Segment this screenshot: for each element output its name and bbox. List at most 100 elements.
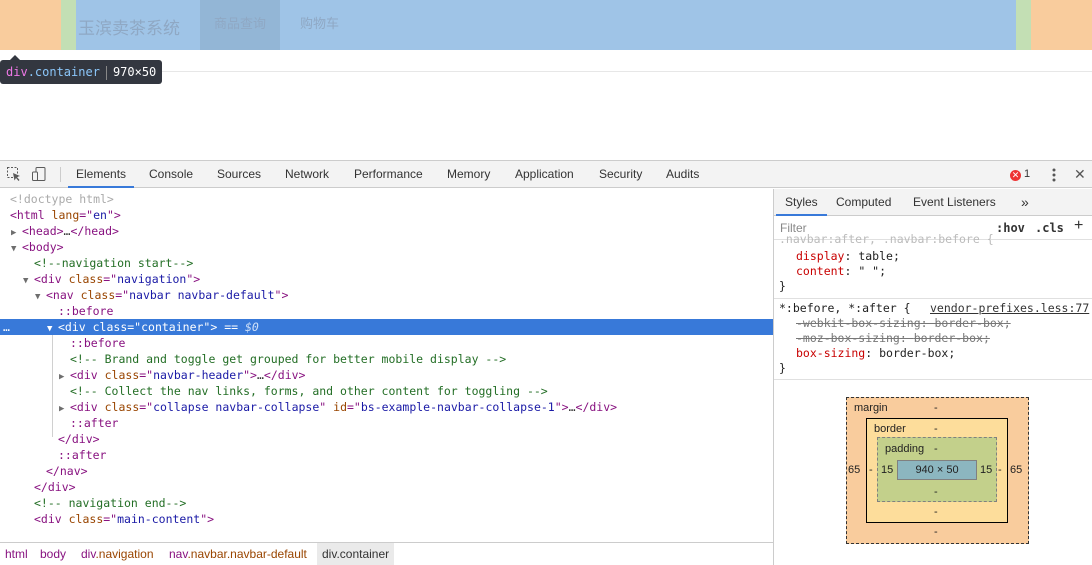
class-toggle[interactable]: .cls: [1035, 221, 1064, 235]
tree-line-navbar-header[interactable]: ▶ <div class="navbar-header">…</div>: [0, 367, 773, 383]
doctype-text: <!doctype html>: [10, 192, 114, 206]
tree-line-head[interactable]: ▶ <head>…</head>: [0, 223, 773, 239]
prop-value: table: [858, 249, 893, 263]
rule-source-link[interactable]: vendor-prefixes.less:77: [930, 301, 1089, 315]
padding-top-value[interactable]: -: [934, 443, 938, 455]
hover-state-toggle[interactable]: :hov: [996, 221, 1025, 235]
tree-line-main-content[interactable]: <div class="main-content">: [0, 511, 773, 527]
attr-lang: lang: [51, 208, 80, 222]
tab-memory[interactable]: Memory: [439, 161, 498, 188]
tree-line-div-navigation[interactable]: ▼ <div class="navigation">: [0, 271, 773, 287]
attr-class-value: container: [141, 320, 204, 334]
margin-bottom-value[interactable]: -: [934, 526, 938, 538]
tree-line-comment-nav-end[interactable]: <!-- navigation end-->: [0, 495, 773, 511]
tree-line-selected-container[interactable]: … ▼ <div class="container"> == $0: [0, 319, 773, 335]
tree-line-nav[interactable]: ▼ <nav class="navbar navbar-default">: [0, 287, 773, 303]
tree-line-close-div[interactable]: </div>: [0, 431, 773, 447]
devtools-panel: Elements Console Sources Network Perform…: [0, 160, 1092, 565]
tree-line-close-div-navigation[interactable]: </div>: [0, 479, 773, 495]
tree-line-collapse[interactable]: ▶ <div class="collapse navbar-collapse" i…: [0, 399, 773, 415]
style-declaration[interactable]: box-sizing: border-box;: [779, 346, 955, 361]
brand-link[interactable]: 玉滨卖茶系统: [78, 14, 180, 39]
tree-line-before-inner[interactable]: ::before: [0, 335, 773, 351]
tab-event-listeners[interactable]: Event Listeners: [904, 189, 1005, 216]
attr-eq: =": [103, 272, 118, 286]
prop-name: display: [796, 249, 845, 263]
more-tabs-chevron-icon[interactable]: »: [1012, 189, 1038, 216]
comment-nav-start: <!--navigation start-->: [34, 256, 194, 270]
border-bottom-value[interactable]: -: [934, 506, 938, 518]
tab-audits[interactable]: Audits: [658, 161, 707, 188]
tab-sources[interactable]: Sources: [209, 161, 269, 188]
tree-line-after-inner[interactable]: ::after: [0, 415, 773, 431]
tooltip-class: .container: [27, 65, 100, 79]
tree-line-before[interactable]: ::before: [0, 303, 773, 319]
breadcrumb-container[interactable]: div.container: [317, 543, 395, 565]
add-rule-icon[interactable]: +: [1074, 217, 1083, 235]
margin-top-value[interactable]: -: [934, 402, 938, 414]
padding-bottom-value[interactable]: -: [934, 486, 938, 498]
elements-tree: <!doctype html> <html lang="en"> ▶ <head>…: [0, 189, 773, 541]
tab-styles[interactable]: Styles: [776, 189, 827, 216]
border-top-value[interactable]: -: [934, 423, 938, 435]
attr-eq: =": [139, 400, 154, 414]
tree-line-body[interactable]: ▼ <body>: [0, 239, 773, 255]
padding-left-value[interactable]: 15: [881, 464, 893, 476]
breadcrumb-navigation[interactable]: div.navigation: [76, 543, 159, 565]
comment-nav-end: <!-- navigation end-->: [34, 496, 187, 510]
attr-class: class: [80, 288, 116, 302]
error-counter[interactable]: ✕ 1: [1010, 167, 1030, 181]
tree-line-after[interactable]: ::after: [0, 447, 773, 463]
tree-line-comment[interactable]: <!--navigation start-->: [0, 255, 773, 271]
inspect-element-icon[interactable]: [6, 166, 22, 182]
crumb-tag: body: [40, 547, 67, 561]
tree-line-comment-collect[interactable]: <!-- Collect the nav links, forms, and o…: [0, 383, 773, 399]
nav-link-product-search[interactable]: 商品查询: [200, 0, 281, 50]
border-right-value[interactable]: -: [998, 464, 1002, 476]
padding-overlay-left: [61, 0, 76, 50]
close-devtools-icon[interactable]: ✕: [1074, 166, 1086, 183]
tab-elements[interactable]: Elements: [68, 161, 135, 188]
breadcrumb-html[interactable]: html: [0, 543, 33, 565]
tree-line-doctype[interactable]: <!doctype html>: [0, 191, 773, 207]
style-declaration-overridden[interactable]: -webkit-box-sizing: border-box;: [779, 316, 1011, 331]
tag-close: ">: [274, 288, 289, 302]
style-declaration-overridden[interactable]: -moz-box-sizing: border-box;: [779, 331, 990, 346]
breadcrumb-navbar[interactable]: nav.navbar.navbar-default: [164, 543, 312, 565]
comment-brand: <!-- Brand and toggle get grouped for be…: [70, 352, 507, 366]
crumb-tag: div: [81, 547, 96, 561]
collapsed-ellipsis: …: [568, 400, 576, 414]
tab-performance[interactable]: Performance: [346, 161, 431, 188]
comment-collect: <!-- Collect the nav links, forms, and o…: [70, 384, 548, 398]
attr-class: class: [68, 512, 104, 526]
tooltip-size: 970×50: [112, 65, 157, 79]
tooltip-separator: [105, 65, 107, 80]
tree-line-comment-brand[interactable]: <!-- Brand and toggle get grouped for be…: [0, 351, 773, 367]
style-declaration[interactable]: content: " ";: [779, 264, 886, 279]
border-left-value[interactable]: -: [869, 464, 873, 476]
margin-left-value[interactable]: 65: [848, 464, 860, 476]
box-model-content[interactable]: 940 × 50: [897, 460, 977, 480]
tag-close: ">: [554, 400, 569, 414]
nav-link-cart[interactable]: 购物车: [286, 0, 353, 50]
style-declaration[interactable]: display: table;: [779, 249, 900, 264]
tab-application[interactable]: Application: [507, 161, 582, 188]
margin-right-value[interactable]: 65: [1010, 464, 1022, 476]
attr-class: class: [104, 400, 140, 414]
tab-console[interactable]: Console: [141, 161, 201, 188]
breadcrumb-body[interactable]: body: [35, 543, 71, 565]
more-options-icon[interactable]: [1047, 166, 1061, 184]
tree-line-close-nav[interactable]: </nav>: [0, 463, 773, 479]
tab-computed[interactable]: Computed: [827, 189, 900, 216]
tab-security[interactable]: Security: [591, 161, 650, 188]
tab-network[interactable]: Network: [277, 161, 337, 188]
attr-class-value: main-content: [117, 512, 201, 526]
device-toolbar-icon[interactable]: [31, 166, 47, 182]
tree-line-html[interactable]: <html lang="en">: [0, 207, 773, 223]
crumb-class: .container: [336, 547, 390, 561]
padding-right-value[interactable]: 15: [980, 464, 992, 476]
tag-div: <div: [70, 400, 105, 414]
rule-selector[interactable]: *:before, *:after {: [779, 301, 911, 316]
tag-close: ">: [203, 320, 218, 334]
attr-eq: =": [139, 368, 154, 382]
